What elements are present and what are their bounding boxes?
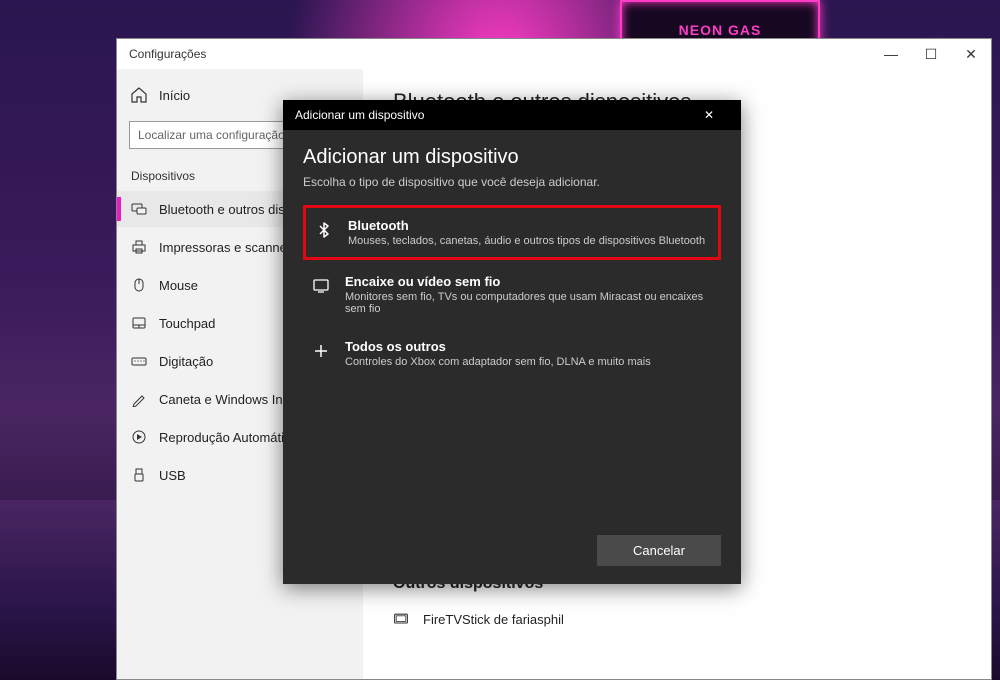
option-wireless-display[interactable]: Encaixe ou vídeo sem fio Monitores sem f… <box>303 264 721 325</box>
pen-icon <box>131 391 147 407</box>
device-icon <box>393 611 409 627</box>
mouse-icon <box>131 277 147 293</box>
printer-icon <box>131 239 147 255</box>
maximize-button[interactable]: ☐ <box>911 39 951 69</box>
touchpad-icon <box>131 315 147 331</box>
sidebar-item-label: Impressoras e scanners <box>159 240 298 255</box>
bluetooth-devices-icon <box>131 201 147 217</box>
window-titlebar: Configurações — ☐ ✕ <box>117 39 991 69</box>
sidebar-item-label: Mouse <box>159 278 198 293</box>
home-label: Início <box>159 88 190 103</box>
plus-icon <box>311 341 331 361</box>
home-icon <box>131 87 147 103</box>
usb-icon <box>131 467 147 483</box>
option-everything-else[interactable]: Todos os outros Controles do Xbox com ad… <box>303 329 721 378</box>
option-title: Bluetooth <box>348 218 705 233</box>
sidebar-item-label: Touchpad <box>159 316 215 331</box>
search-placeholder: Localizar uma configuração <box>138 128 285 142</box>
autoplay-icon <box>131 429 147 445</box>
sidebar-item-label: Reprodução Automática <box>159 430 298 445</box>
device-row[interactable]: FireTVStick de fariasphil <box>393 603 961 635</box>
option-bluetooth[interactable]: Bluetooth Mouses, teclados, canetas, áud… <box>303 205 721 260</box>
display-icon <box>311 276 331 296</box>
bluetooth-icon <box>314 220 334 240</box>
dialog-close-button[interactable]: ✕ <box>689 100 729 130</box>
option-desc: Mouses, teclados, canetas, áudio e outro… <box>348 235 705 247</box>
close-button[interactable]: ✕ <box>951 39 991 69</box>
dialog-subtext: Escolha o tipo de dispositivo que você d… <box>303 175 721 189</box>
add-device-dialog: Adicionar um dispositivo ✕ Adicionar um … <box>283 100 741 584</box>
cancel-button[interactable]: Cancelar <box>597 535 721 566</box>
dialog-heading: Adicionar um dispositivo <box>303 146 721 169</box>
sidebar-item-label: Digitação <box>159 354 213 369</box>
dialog-body: Adicionar um dispositivo Escolha o tipo … <box>283 130 741 523</box>
option-title: Todos os outros <box>345 339 651 354</box>
dialog-title: Adicionar um dispositivo <box>295 108 424 122</box>
device-label: FireTVStick de fariasphil <box>423 612 564 627</box>
window-title: Configurações <box>129 47 206 61</box>
option-desc: Controles do Xbox com adaptador sem fio,… <box>345 356 651 368</box>
sidebar-item-label: Caneta e Windows Ink <box>159 392 289 407</box>
device-type-list: Bluetooth Mouses, teclados, canetas, áud… <box>303 205 721 378</box>
window-controls: — ☐ ✕ <box>871 39 991 69</box>
option-desc: Monitores sem fio, TVs ou computadores q… <box>345 291 713 315</box>
sidebar-item-label: USB <box>159 468 186 483</box>
minimize-button[interactable]: — <box>871 39 911 69</box>
option-title: Encaixe ou vídeo sem fio <box>345 274 713 289</box>
keyboard-icon <box>131 353 147 369</box>
dialog-footer: Cancelar <box>283 523 741 584</box>
dialog-titlebar: Adicionar um dispositivo ✕ <box>283 100 741 130</box>
